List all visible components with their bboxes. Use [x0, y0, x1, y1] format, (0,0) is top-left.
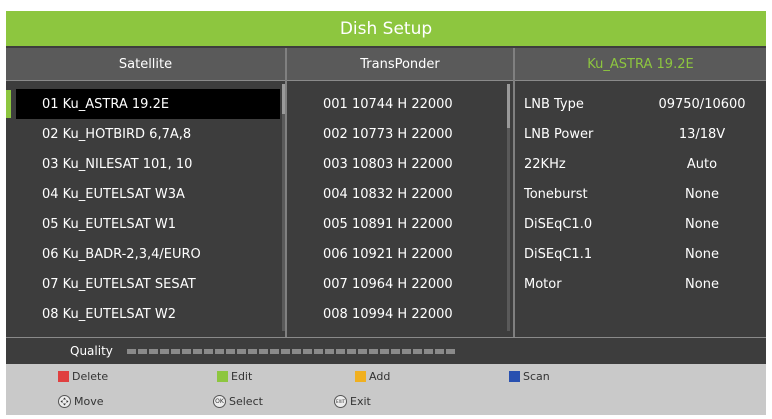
- satellite-item[interactable]: 01 Ku_ASTRA 19.2E: [16, 89, 280, 119]
- selection-marker: [6, 90, 11, 118]
- quality-segment: [247, 348, 257, 354]
- exit-label: Exit: [350, 395, 371, 408]
- transponder-item[interactable]: 005 10891 H 22000: [291, 209, 507, 239]
- blue-key-icon: [509, 371, 520, 382]
- header-divider: [6, 80, 766, 81]
- quality-segment: [291, 348, 301, 354]
- quality-segment: [401, 348, 411, 354]
- selected-satellite-header: Ku_ASTRA 19.2E: [587, 56, 694, 72]
- quality-segment: [236, 348, 246, 354]
- setting-label[interactable]: LNB Power: [517, 119, 644, 149]
- satellite-item[interactable]: 07 Ku_EUTELSAT SESAT: [16, 269, 280, 299]
- setting-value[interactable]: None: [646, 269, 758, 299]
- satellite-scrollbar[interactable]: [282, 84, 285, 331]
- add-label: Add: [369, 370, 391, 383]
- yellow-key-icon: [355, 371, 366, 382]
- transponder-item[interactable]: 001 10744 H 22000: [291, 89, 507, 119]
- quality-segment: [159, 348, 169, 354]
- red-key-icon: [58, 371, 69, 382]
- setting-label[interactable]: Motor: [517, 269, 644, 299]
- quality-segment: [214, 348, 224, 354]
- quality-bar: [126, 348, 455, 354]
- transponder-item[interactable]: 006 10921 H 22000: [291, 239, 507, 269]
- quality-segment: [203, 348, 213, 354]
- quality-segment: [302, 348, 312, 354]
- quality-segment: [434, 348, 444, 354]
- setting-value[interactable]: 13/18V: [646, 119, 758, 149]
- column-divider: [285, 48, 287, 337]
- quality-segment: [368, 348, 378, 354]
- column-headers: Satellite TransPonder Ku_ASTRA 19.2E: [6, 48, 766, 80]
- quality-segment: [379, 348, 389, 354]
- select-label: Select: [229, 395, 263, 408]
- scroll-thumb[interactable]: [507, 84, 510, 128]
- scan-hint[interactable]: Scan: [509, 370, 550, 383]
- exit-hint[interactable]: EXIT Exit: [334, 395, 371, 408]
- setting-value[interactable]: Auto: [646, 149, 758, 179]
- delete-label: Delete: [72, 370, 109, 383]
- quality-segment: [390, 348, 400, 354]
- quality-segment: [324, 348, 334, 354]
- setting-value[interactable]: 09750/10600: [646, 89, 758, 119]
- satellite-item[interactable]: 03 Ku_NILESAT 101, 10: [16, 149, 280, 179]
- quality-segment: [148, 348, 158, 354]
- green-key-icon: [217, 371, 228, 382]
- satellite-item[interactable]: 05 Ku_EUTELSAT W1: [16, 209, 280, 239]
- setting-label[interactable]: DiSEqC1.1: [517, 239, 644, 269]
- quality-segment: [423, 348, 433, 354]
- signal-quality: Quality: [6, 338, 766, 364]
- quality-segment: [137, 348, 147, 354]
- setting-label[interactable]: LNB Type: [517, 89, 644, 119]
- scan-label: Scan: [523, 370, 550, 383]
- quality-segment: [346, 348, 356, 354]
- transponder-item[interactable]: 002 10773 H 22000: [291, 119, 507, 149]
- transponder-header: TransPonder: [360, 56, 440, 72]
- dpad-icon: [58, 395, 71, 408]
- quality-segment: [280, 348, 290, 354]
- scroll-thumb[interactable]: [282, 84, 285, 114]
- delete-hint[interactable]: Delete: [58, 370, 108, 383]
- dish-setup-window: Dish Setup Satellite TransPonder Ku_ASTR…: [6, 11, 766, 415]
- transponder-item[interactable]: 008 10994 H 22000: [291, 299, 507, 329]
- edit-hint[interactable]: Edit: [217, 370, 252, 383]
- exit-icon: EXIT: [334, 395, 347, 408]
- quality-segment: [269, 348, 279, 354]
- setting-label[interactable]: Toneburst: [517, 179, 644, 209]
- page-title: Dish Setup: [6, 11, 766, 46]
- transponder-item[interactable]: 007 10964 H 22000: [291, 269, 507, 299]
- quality-segment: [335, 348, 345, 354]
- edit-label: Edit: [231, 370, 253, 383]
- satellite-item[interactable]: 08 Ku_EUTELSAT W2: [16, 299, 280, 329]
- add-hint[interactable]: Add: [355, 370, 390, 383]
- quality-segment: [181, 348, 191, 354]
- quality-label: Quality: [70, 344, 113, 358]
- setting-label[interactable]: 22KHz: [517, 149, 644, 179]
- transponder-item[interactable]: 004 10832 H 22000: [291, 179, 507, 209]
- transponder-item[interactable]: 003 10803 H 22000: [291, 149, 507, 179]
- ok-icon: OK: [213, 395, 226, 408]
- footer-hints: Delete Edit Add Scan Move OK Select EXIT…: [6, 364, 766, 415]
- satellite-item[interactable]: 02 Ku_HOTBIRD 6,7A,8: [16, 119, 280, 149]
- quality-segment: [126, 348, 136, 354]
- satellite-item[interactable]: 04 Ku_EUTELSAT W3A: [16, 179, 280, 209]
- quality-segment: [313, 348, 323, 354]
- quality-segment: [170, 348, 180, 354]
- quality-segment: [192, 348, 202, 354]
- move-label: Move: [74, 395, 104, 408]
- setting-value[interactable]: None: [646, 179, 758, 209]
- move-hint[interactable]: Move: [58, 395, 104, 408]
- quality-segment: [258, 348, 268, 354]
- quality-segment: [445, 348, 455, 354]
- select-hint[interactable]: OK Select: [213, 395, 263, 408]
- setting-label[interactable]: DiSEqC1.0: [517, 209, 644, 239]
- column-divider: [513, 48, 515, 337]
- satellite-item[interactable]: 06 Ku_BADR-2,3,4/EURO: [16, 239, 280, 269]
- satellite-header: Satellite: [118, 56, 173, 72]
- setting-value[interactable]: None: [646, 239, 758, 269]
- quality-segment: [225, 348, 235, 354]
- setting-value[interactable]: None: [646, 209, 758, 239]
- transponder-scrollbar[interactable]: [507, 84, 510, 331]
- quality-segment: [412, 348, 422, 354]
- quality-segment: [357, 348, 367, 354]
